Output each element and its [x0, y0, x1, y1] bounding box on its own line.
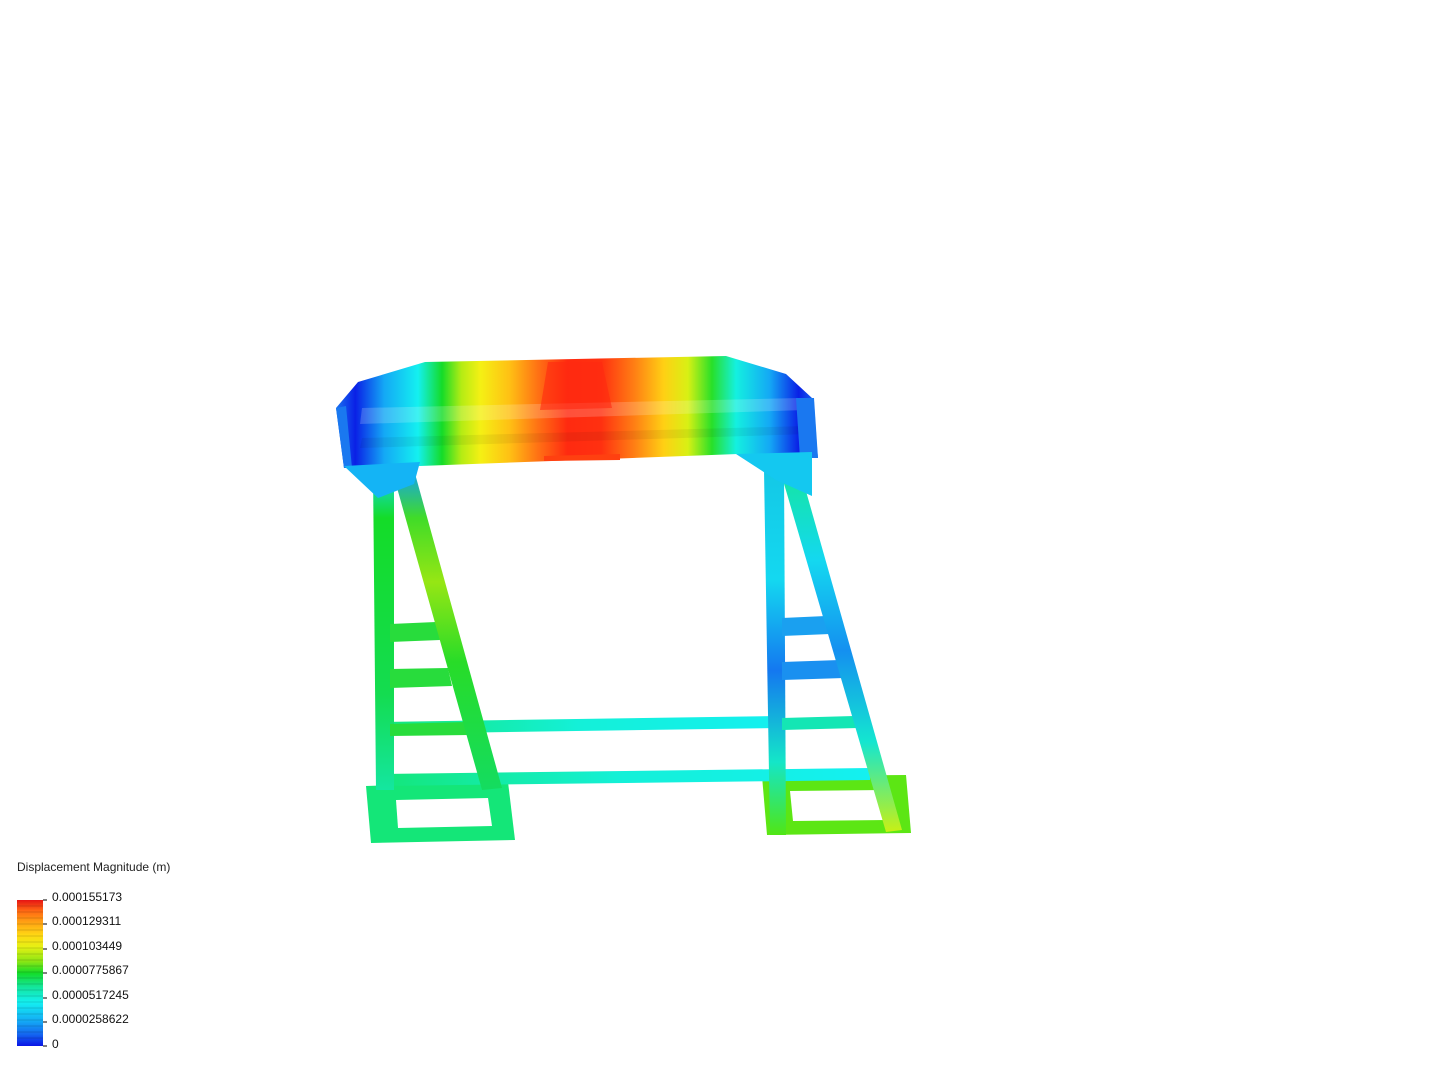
legend-tick-label: 0.000155173	[52, 890, 123, 904]
top-beam	[336, 356, 818, 498]
left-base-frame	[366, 782, 515, 843]
legend-tick-label: 0.0000258622	[52, 1012, 129, 1026]
displacement-legend: Displacement Magnitude (m) 0.000155173 0…	[17, 858, 277, 1058]
legend-tick-label: 0	[52, 1037, 59, 1051]
result-viewport[interactable]: Displacement Magnitude (m) 0.000155173 0…	[0, 0, 1440, 1080]
legend-tick-label: 0.000103449	[52, 939, 123, 953]
legend-tick-label: 0.0000517245	[52, 988, 129, 1002]
legend-tick-label: 0.0000775867	[52, 963, 129, 977]
legend-title: Displacement Magnitude (m)	[17, 860, 171, 874]
legend-tick-label: 0.000129311	[52, 914, 122, 928]
